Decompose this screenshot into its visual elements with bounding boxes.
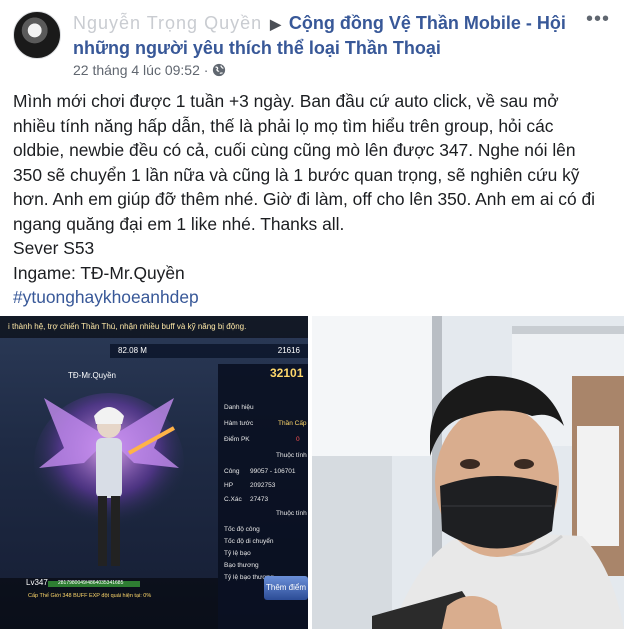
photo-grid: i thành hệ, trợ chiến Thần Thú, nhận nhi…: [0, 316, 624, 629]
post-meta: 22 tháng 4 lúc 09:52 ·: [73, 62, 226, 78]
stat-value: 0: [296, 436, 300, 443]
selfie-photo[interactable]: [312, 316, 624, 629]
stat-label: Tỷ lệ bạo: [224, 550, 251, 557]
level-label: Lv347: [26, 578, 48, 587]
post-text: Mình mới chơi được 1 tuần +3 ngày. Ban đ…: [13, 89, 613, 310]
gem-value: 21616: [277, 346, 300, 355]
post-line: hơn. Anh em giúp đỡ thêm nhé. Giờ đi làm…: [13, 189, 596, 209]
globe-icon: [213, 63, 226, 77]
author-avatar[interactable]: [13, 11, 61, 59]
hashtag-link[interactable]: #ytuonghaykhoeanhdep: [13, 285, 613, 310]
game-currency-bar: 82.08 M 21616: [110, 344, 308, 358]
post-header: Nguyễn Trọng Quyền ▶ Cộng đồng Vệ Thần M…: [0, 0, 624, 86]
more-options-button[interactable]: •••: [586, 8, 610, 31]
game-top-text: i thành hệ, trợ chiến Thần Thú, nhận nhi…: [0, 316, 308, 338]
selfie-image: [312, 316, 624, 629]
stat-label: Công: [224, 468, 240, 475]
stat-value: 2092753: [250, 482, 276, 489]
buff-exp-text: Cấp Thế Giới 348 BUFF EXP đột quái hiện …: [28, 593, 152, 599]
stat-label: C.Xác: [224, 496, 242, 503]
post-line: nhiều tính năng hấp dẫn, thế là phải lọ …: [13, 115, 554, 136]
stat-label: Tốc độ công: [224, 526, 260, 533]
stat-value: Thần Cấp: [278, 420, 307, 427]
stat-section: Thuộc tính: [276, 510, 307, 517]
post-line: oldbie, newbie đều có cả, cuối cùng cũng…: [13, 140, 576, 160]
post-line: ngang quăng đại em 1 like nhé. Thanks al…: [13, 213, 345, 234]
post-line: 350 sẽ chuyển 1 lần nữa và cũng là 1 bướ…: [13, 164, 580, 185]
stat-label: Điểm PK: [224, 436, 250, 443]
author-line: Nguyễn Trọng Quyền ▶ Cộng đồng Vệ Thần M…: [73, 11, 573, 60]
stat-value: 99057 - 106701: [250, 468, 296, 475]
gold-value: 82.08 M: [118, 346, 147, 355]
stat-label: Hàm tước: [224, 420, 254, 427]
stat-section: Thuộc tính: [276, 452, 307, 459]
exp-text: 2817980049/4864035341685: [58, 580, 124, 586]
author-name[interactable]: Nguyễn Trọng Quyền: [73, 13, 262, 33]
stat-label: Bạo thương: [224, 562, 259, 569]
post-timestamp[interactable]: 22 tháng 4 lúc 09:52 ·: [73, 62, 208, 78]
stat-label: Tốc độ di chuyển: [224, 538, 274, 545]
ingame-line: Ingame: TĐ-Mr.Quyền: [13, 262, 185, 283]
post-line: Mình mới chơi được 1 tuần +3 ngày. Ban đ…: [13, 91, 559, 111]
combat-score: 32101: [270, 366, 304, 380]
arrow-right-icon: ▶: [270, 16, 281, 32]
stat-value: 27473: [250, 496, 269, 503]
stat-label: HP: [224, 482, 234, 489]
server-line: Sever S53: [13, 238, 95, 258]
stat-label: Danh hiệu: [224, 404, 254, 411]
character-figure: [34, 393, 184, 566]
add-points-button: Thêm điểm: [264, 576, 308, 600]
game-screenshot-photo[interactable]: i thành hệ, trợ chiến Thần Thú, nhận nhi…: [0, 316, 308, 629]
